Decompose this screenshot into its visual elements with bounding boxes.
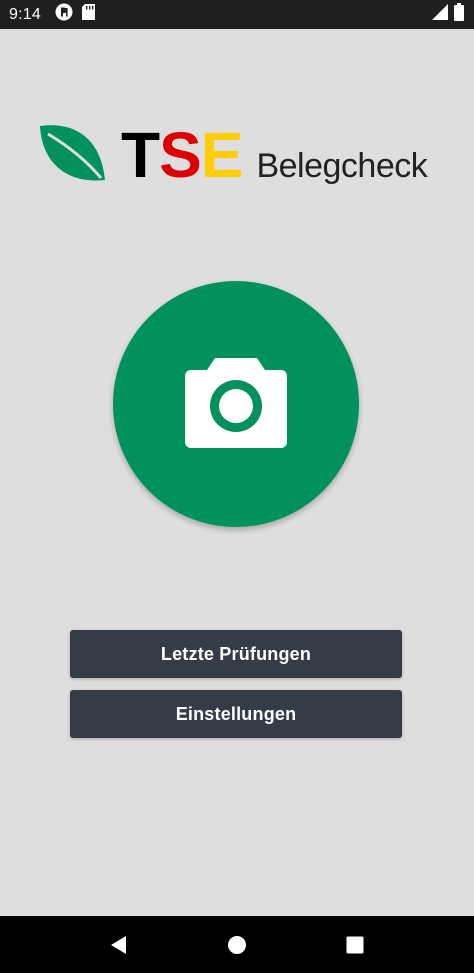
sd-card-icon xyxy=(81,4,95,25)
app-logo: T S E Belegcheck xyxy=(38,119,428,191)
leaf-icon xyxy=(38,124,108,187)
logo-subtitle: Belegcheck xyxy=(256,146,428,185)
notification-app-icon xyxy=(55,3,73,26)
camera-icon xyxy=(185,356,287,453)
signal-icon xyxy=(432,4,448,25)
status-time: 9:14 xyxy=(9,5,41,23)
logo-tse: T S E xyxy=(121,119,244,191)
battery-icon xyxy=(454,3,464,26)
app-screen: 9:14 T S E Belegcheck Letzte Prüfungen E… xyxy=(0,0,474,973)
home-icon[interactable] xyxy=(217,925,257,965)
status-icons-left xyxy=(55,3,95,26)
camera-scan-button[interactable] xyxy=(113,281,359,527)
logo-letter-t: T xyxy=(121,119,160,191)
settings-button[interactable]: Einstellungen xyxy=(70,690,402,738)
back-icon[interactable] xyxy=(99,925,139,965)
status-bar: 9:14 xyxy=(0,0,474,29)
recent-checks-button[interactable]: Letzte Prüfungen xyxy=(70,630,402,678)
logo-letter-e: E xyxy=(200,119,244,191)
recents-icon[interactable] xyxy=(335,925,375,965)
navigation-bar xyxy=(0,916,474,973)
logo-letter-s: S xyxy=(159,119,202,191)
status-icons-right xyxy=(432,3,464,26)
